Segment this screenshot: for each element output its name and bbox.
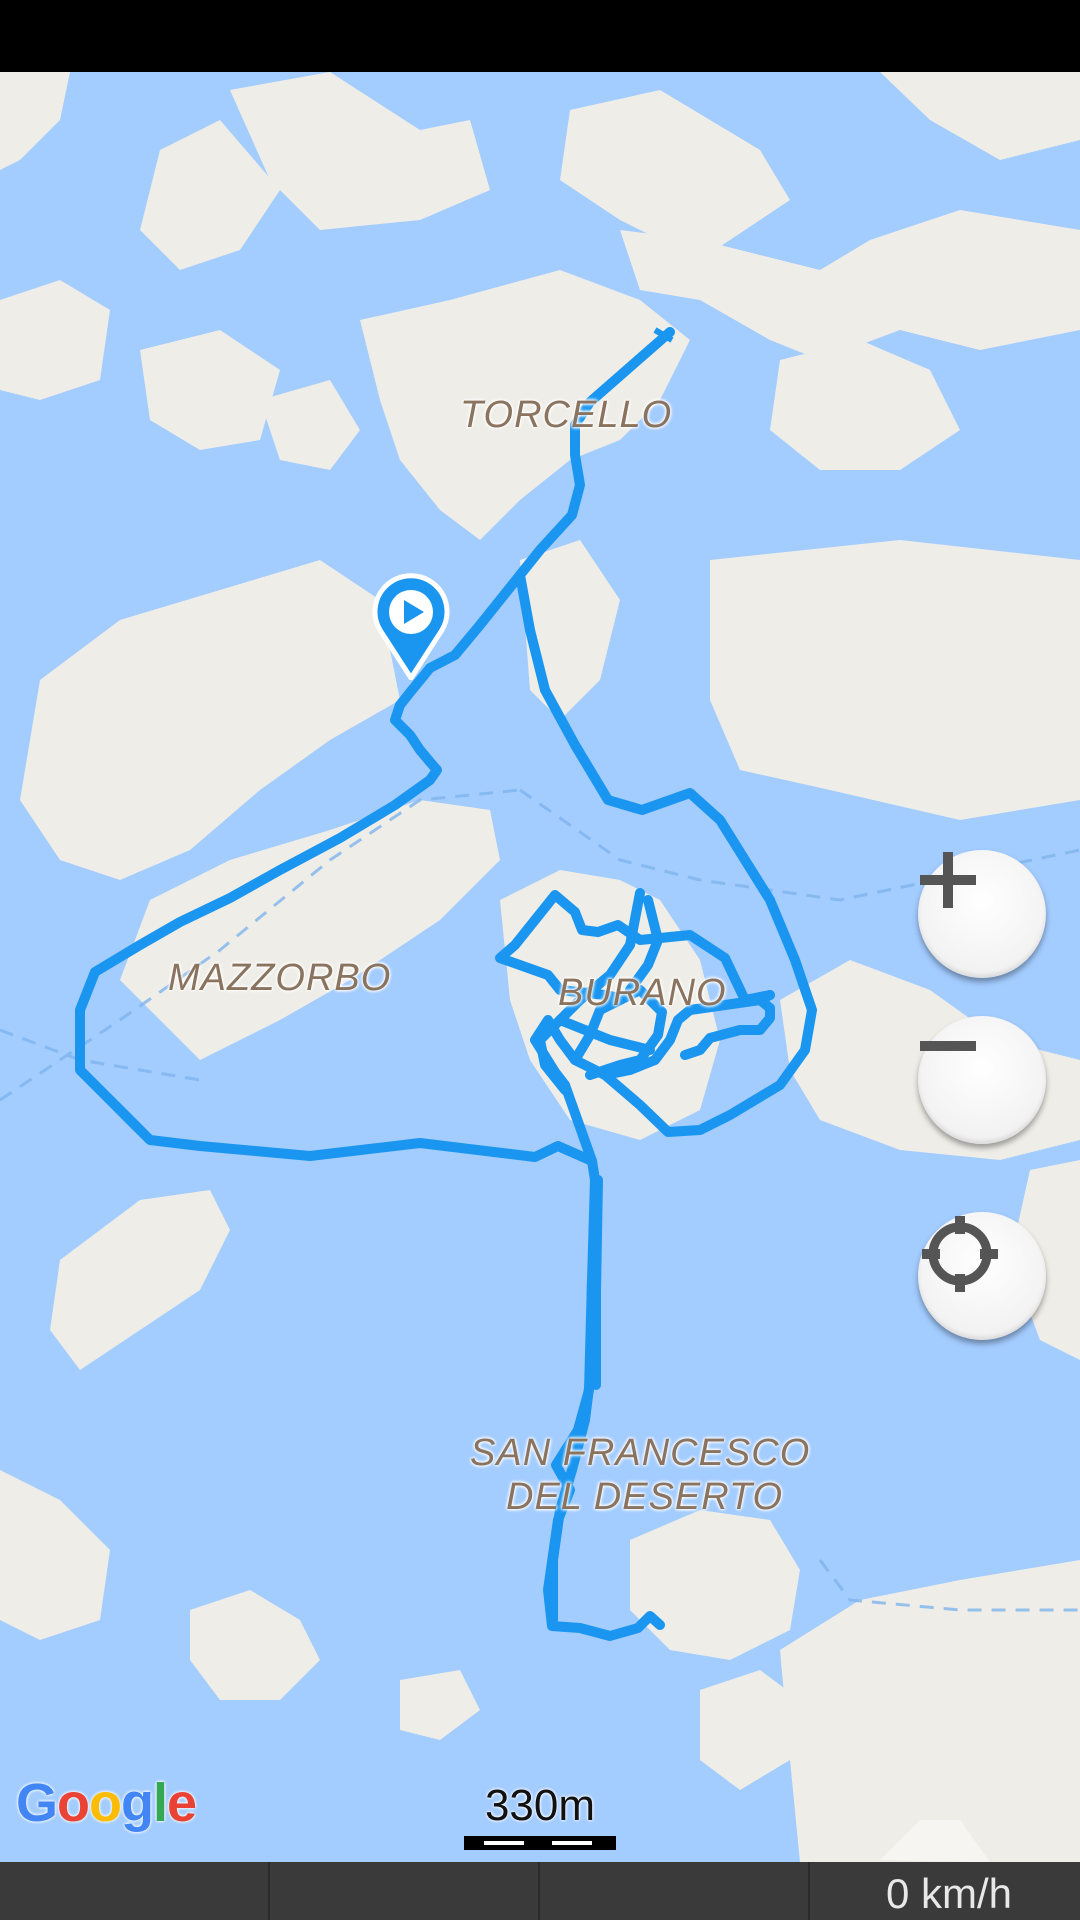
place-label-san-francesco-line1: SAN FRANCESCO	[470, 1432, 811, 1474]
map-canvas	[0, 72, 1080, 1862]
place-label-burano: BURANO	[558, 972, 727, 1014]
bottom-cell	[0, 1862, 270, 1920]
zoom-in-button[interactable]	[918, 850, 1046, 978]
place-label-mazzorbo: MAZZORBO	[168, 957, 392, 999]
start-marker[interactable]	[370, 570, 452, 680]
place-label-san-francesco-line2: DEL DESERTO	[506, 1475, 784, 1518]
speed-readout: 0 km/h	[885, 1870, 1012, 1917]
minus-icon	[920, 1041, 976, 1051]
scale-bar	[464, 1836, 616, 1850]
my-location-button[interactable]	[918, 1212, 1046, 1340]
zoom-out-button[interactable]	[918, 1016, 1046, 1144]
place-label-torcello: TORCELLO	[460, 394, 673, 436]
plus-icon	[920, 852, 976, 908]
map-view[interactable]: TORCELLO MAZZORBO BURANO SAN FRANCESCO D…	[0, 72, 1080, 1862]
google-logo: Google	[16, 1773, 197, 1833]
play-icon	[372, 573, 450, 680]
scale-label: 330m	[484, 1781, 596, 1830]
map-scale: 330m	[462, 1784, 618, 1850]
bottom-cell	[270, 1862, 540, 1920]
bottom-cell	[540, 1862, 810, 1920]
bottom-status-bar: 0 km/h	[0, 1862, 1080, 1920]
crosshair-icon	[922, 1216, 998, 1292]
status-bar	[0, 0, 1080, 72]
place-label-san-francesco: SAN FRANCESCO DEL DESERTO	[470, 1432, 811, 1519]
